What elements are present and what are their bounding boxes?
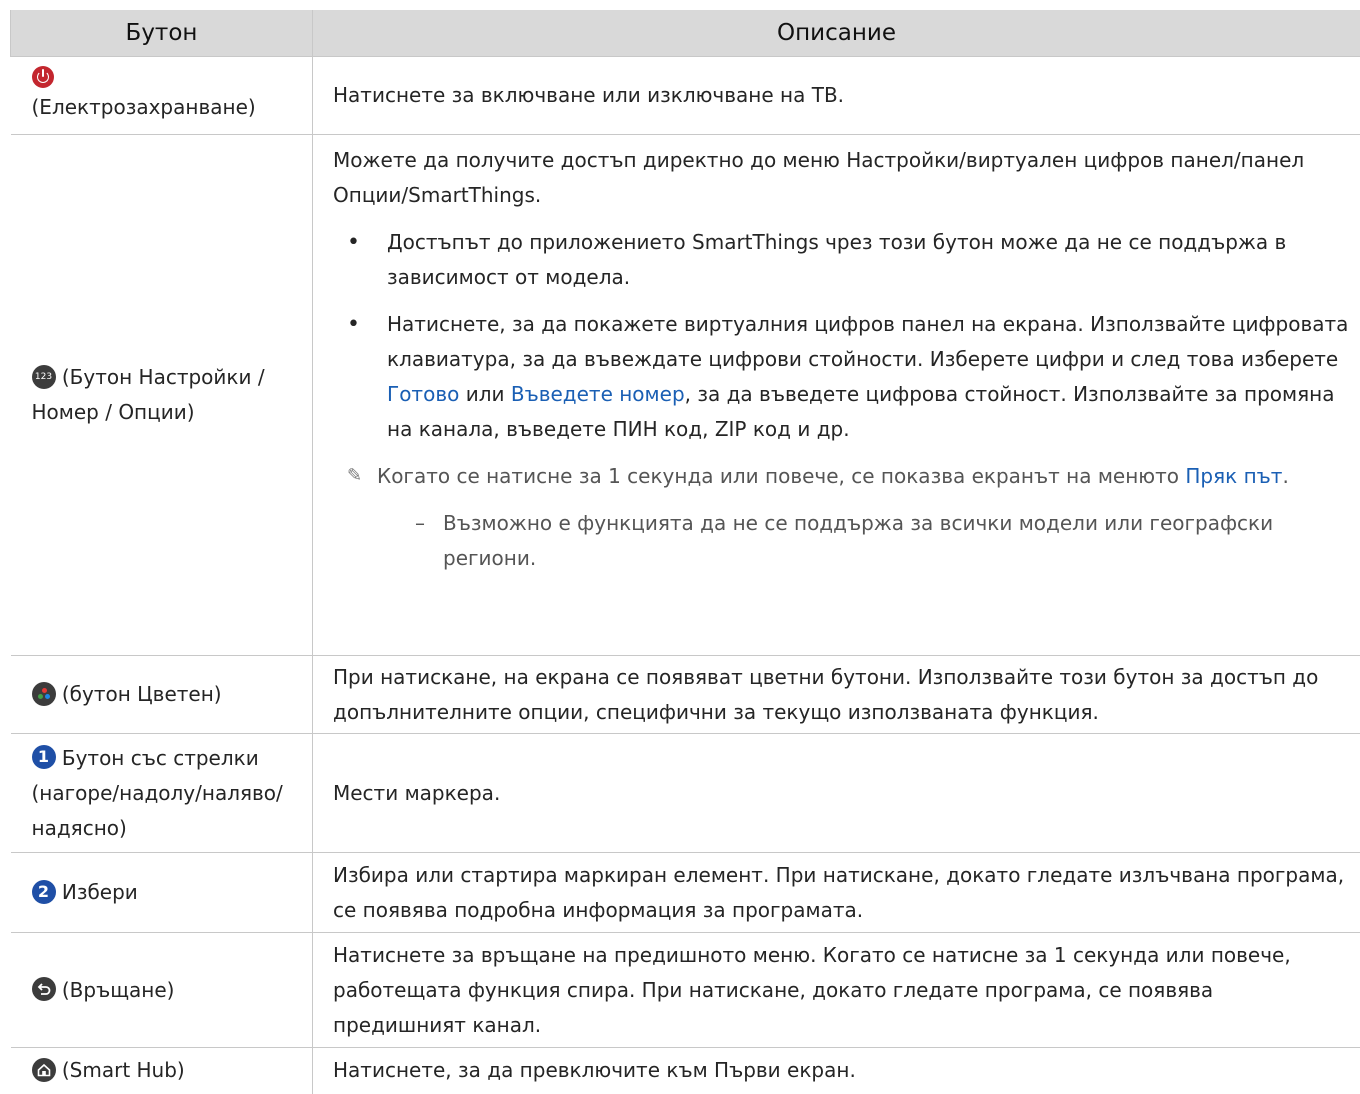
remote-buttons-table: Бутон Описание (Електрозахранване) Натис… <box>10 10 1360 1094</box>
done-link[interactable]: Готово <box>387 382 459 406</box>
shortcut-link[interactable]: Пряк път <box>1185 464 1282 488</box>
header-description: Описание <box>313 10 1360 57</box>
button-label: Избери <box>62 880 138 904</box>
home-icon <box>32 1058 56 1082</box>
note-text: Когато се натисне за 1 секунда или повеч… <box>377 464 1185 488</box>
header-button: Бутон <box>11 10 313 57</box>
description-intro: Можете да получите достъп директно до ме… <box>333 143 1352 213</box>
button-cell: (Smart Hub) <box>11 1048 313 1094</box>
button-cell: 123 (Бутон Настройки / Номер / Опции) <box>11 135 313 656</box>
subnote: – Възможно е функцията да не се поддържа… <box>333 506 1352 576</box>
table-row: (Smart Hub) Натиснете, за да превключите… <box>11 1048 1360 1094</box>
bullet-text: или <box>459 382 511 406</box>
description-cell: Мести маркера. <box>313 734 1360 853</box>
bullet-list: Достъпът до приложението SmartThings чре… <box>333 225 1352 447</box>
number-2-badge: 2 <box>32 880 56 904</box>
dash: – <box>415 506 425 541</box>
table-header-row: Бутон Описание <box>11 10 1360 57</box>
settings-number-icon: 123 <box>32 365 56 389</box>
bullet-text: Натиснете, за да покажете виртуалния циф… <box>387 312 1348 371</box>
number-1-badge: 1 <box>32 745 56 769</box>
description-cell: Натиснете за връщане на предишното меню.… <box>313 933 1360 1048</box>
button-label: (Електрозахранване) <box>32 95 256 119</box>
button-cell: (бутон Цветен) <box>11 656 313 734</box>
table-row: 2 Избери Избира или стартира маркиран ел… <box>11 853 1360 933</box>
description-cell: Избира или стартира маркиран елемент. Пр… <box>313 853 1360 933</box>
button-cell: (Електрозахранване) <box>11 57 313 135</box>
description-cell: Натиснете, за да превключите към Първи е… <box>313 1048 1360 1094</box>
enter-number-link[interactable]: Въведете номер <box>511 382 685 406</box>
description-cell: Натиснете за включване или изключване на… <box>313 57 1360 135</box>
description-cell: При натискане, на екрана се появяват цве… <box>313 656 1360 734</box>
table-row: (бутон Цветен) При натискане, на екрана … <box>11 656 1360 734</box>
table-row: 1 Бутон със стрелки (нагоре/надолу/наляв… <box>11 734 1360 853</box>
button-cell: 2 Избери <box>11 853 313 933</box>
button-label: (Бутон Настройки / Номер / Опции) <box>32 365 265 424</box>
table-row: (Електрозахранване) Натиснете за включва… <box>11 57 1360 135</box>
power-icon <box>32 66 54 88</box>
note: ✎ Когато се натисне за 1 секунда или пов… <box>333 459 1352 494</box>
table-row: 123 (Бутон Настройки / Номер / Опции) Мо… <box>11 135 1360 656</box>
button-cell: (Връщане) <box>11 933 313 1048</box>
description-cell: Можете да получите достъп директно до ме… <box>313 135 1360 656</box>
button-label: Бутон със стрелки (нагоре/надолу/наляво/… <box>32 746 283 840</box>
color-button-icon <box>32 682 56 706</box>
note-text: . <box>1282 464 1288 488</box>
button-label: (Smart Hub) <box>62 1058 185 1082</box>
button-cell: 1 Бутон със стрелки (нагоре/надолу/наляв… <box>11 734 313 853</box>
return-icon <box>32 977 56 1001</box>
list-item: Натиснете, за да покажете виртуалния циф… <box>333 307 1352 447</box>
button-label: (бутон Цветен) <box>62 682 222 706</box>
pencil-note-icon: ✎ <box>347 467 362 485</box>
button-label: (Връщане) <box>62 978 175 1002</box>
list-item: Достъпът до приложението SmartThings чре… <box>333 225 1352 295</box>
table-row: (Връщане) Натиснете за връщане на предиш… <box>11 933 1360 1048</box>
subnote-text: Възможно е функцията да не се поддържа з… <box>443 511 1273 570</box>
